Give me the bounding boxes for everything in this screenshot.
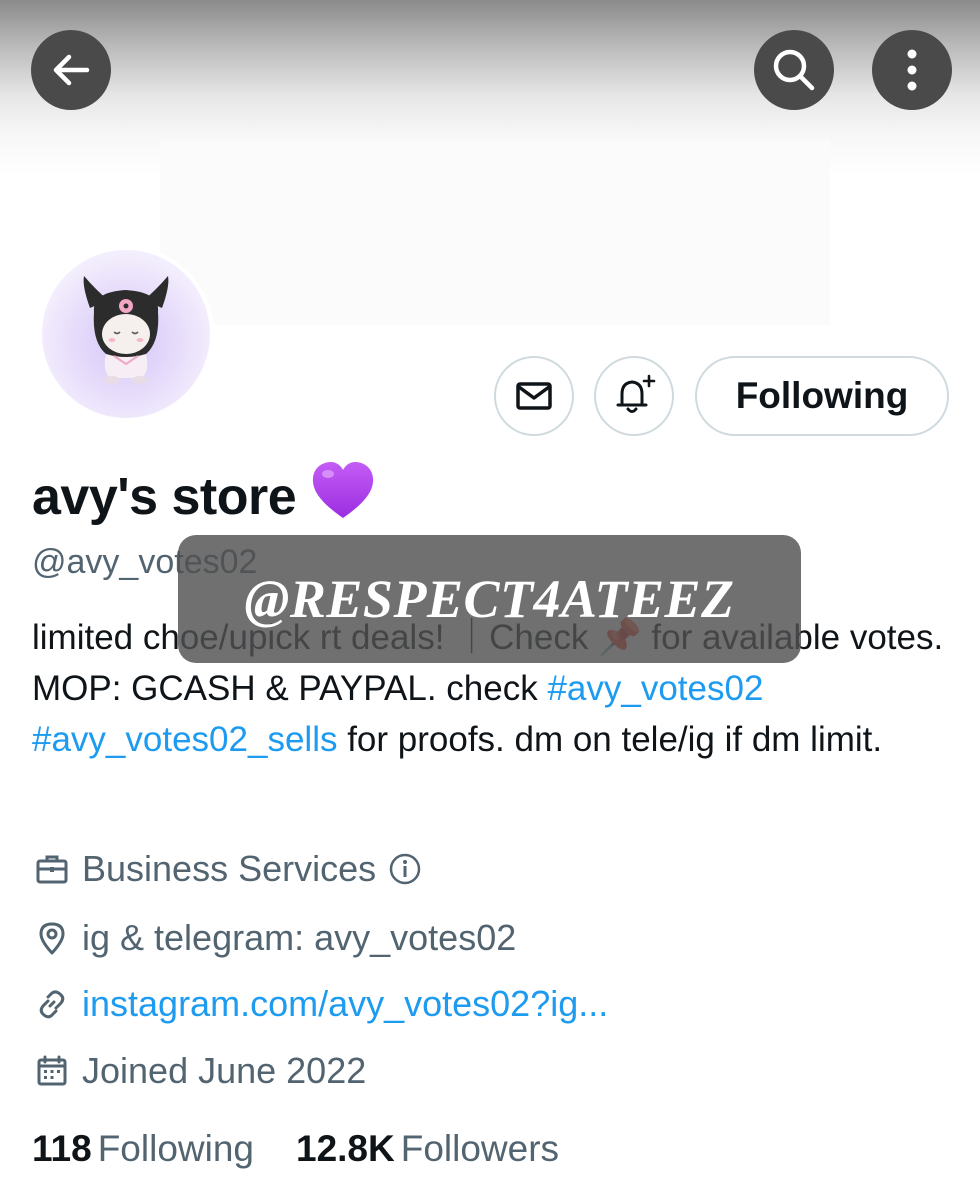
watermark-text: @RESPECT4ATEEZ xyxy=(244,569,735,629)
bell-plus-icon xyxy=(616,374,656,413)
message-button[interactable] xyxy=(494,356,574,436)
hashtag-link-2[interactable]: #avy_votes02_sells xyxy=(32,720,337,759)
banner-image xyxy=(160,140,830,325)
follow-stats: 118 Following 12.8K Followers xyxy=(32,1128,601,1170)
followers-count: 12.8K xyxy=(296,1128,395,1169)
category-text: Business Services xyxy=(82,848,377,889)
profile-page: Following avy's store @avy_votes02 limit… xyxy=(0,0,980,1200)
followers-label: Followers xyxy=(400,1128,560,1169)
kuromi-character-image xyxy=(83,276,169,384)
hashtag-link-1[interactable]: #avy_votes02 xyxy=(547,669,763,708)
following-count: 118 xyxy=(32,1128,92,1169)
location-row: ig & telegram: avy_votes02 xyxy=(32,914,516,962)
arrow-left-icon xyxy=(53,54,90,86)
website-row: instagram.com/avy_votes02?ig... xyxy=(32,980,608,1028)
more-vertical-icon xyxy=(907,49,917,91)
joined-text: Joined June 2022 xyxy=(82,1050,367,1091)
location-pin-icon xyxy=(32,918,72,958)
joined-row: Joined June 2022 xyxy=(32,1047,366,1095)
following-button[interactable]: Following xyxy=(695,356,949,436)
display-name-text: avy's store xyxy=(32,467,297,526)
link-icon xyxy=(32,984,72,1024)
search-button[interactable] xyxy=(754,30,834,110)
followers-stat[interactable]: 12.8K Followers xyxy=(296,1128,559,1170)
profile-avatar[interactable] xyxy=(38,246,214,422)
back-button[interactable] xyxy=(31,30,111,110)
website-link[interactable]: instagram.com/avy_votes02?ig... xyxy=(82,983,608,1025)
category-row: Business Services xyxy=(32,845,422,893)
following-stat[interactable]: 118 Following xyxy=(32,1128,254,1170)
following-label: Following xyxy=(97,1128,254,1169)
location-text: ig & telegram: avy_votes02 xyxy=(82,917,517,958)
purple-heart-icon xyxy=(310,460,376,533)
calendar-icon xyxy=(32,1051,72,1091)
display-name: avy's store xyxy=(32,460,376,533)
info-icon[interactable] xyxy=(388,852,422,886)
notifications-button[interactable] xyxy=(594,356,674,436)
envelope-icon xyxy=(516,382,552,410)
more-options-button[interactable] xyxy=(872,30,952,110)
briefcase-icon xyxy=(32,849,72,889)
bio-text-3: for proofs. dm on tele/ig if dm limit. xyxy=(337,720,883,759)
watermark-overlay: @RESPECT4ATEEZ xyxy=(178,535,801,663)
search-icon xyxy=(773,49,815,91)
